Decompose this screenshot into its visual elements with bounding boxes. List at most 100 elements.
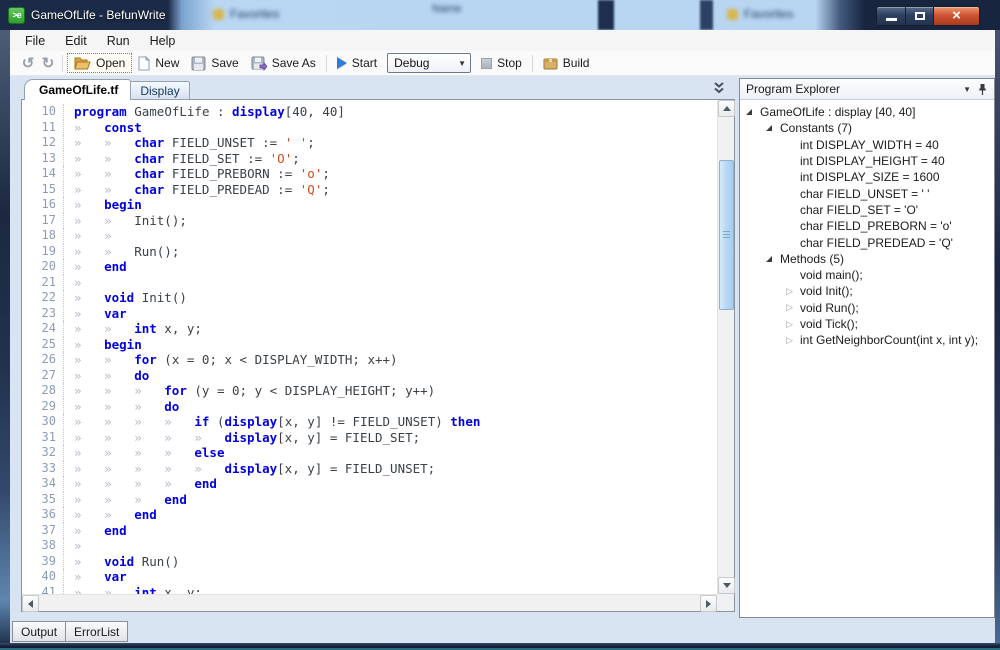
background-favorites-star-icon-2	[727, 9, 738, 20]
bottom-tab-errorlist[interactable]: ErrorList	[65, 621, 128, 642]
program-explorer-header[interactable]: Program Explorer ▼	[740, 79, 994, 100]
pin-icon[interactable]	[977, 83, 988, 96]
expander-expanded-icon[interactable]	[746, 109, 760, 115]
code-token: [x, y] != FIELD_UNSET)	[277, 414, 450, 429]
tree-item-label: char FIELD_PREBORN = 'o'	[800, 219, 952, 233]
code-token: GameOfLife :	[127, 104, 232, 119]
code-text: »»do	[64, 368, 149, 384]
tree-item[interactable]: Constants (7)	[740, 120, 994, 136]
code-token: if	[194, 414, 209, 429]
tree-item[interactable]: ▷void Run();	[740, 300, 994, 316]
scroll-right-button[interactable]	[700, 595, 717, 612]
line-number: 33	[22, 461, 64, 477]
scroll-left-button[interactable]	[22, 595, 39, 612]
code-text: »end	[64, 523, 127, 539]
code-line: 34»»»»end	[22, 476, 717, 492]
build-button[interactable]: Build	[537, 54, 596, 72]
minimize-button[interactable]	[876, 6, 906, 26]
window-menu-chevron-icon[interactable]	[711, 82, 727, 95]
close-icon: ×	[952, 7, 961, 25]
screen: Favorites Name Favorites >e GameOfLife -…	[0, 0, 1000, 650]
tree-item-label: int DISPLAY_SIZE = 1600	[800, 170, 940, 184]
code-token: Init()	[134, 290, 187, 305]
tree-item[interactable]: int DISPLAY_SIZE = 1600	[740, 169, 994, 185]
tab-marker: »	[74, 228, 104, 244]
tree-item[interactable]: Methods (5)	[740, 251, 994, 267]
new-button[interactable]: New	[132, 54, 185, 73]
run-mode-dropdown[interactable]: Debug ▼	[387, 53, 471, 73]
tree-item[interactable]: char FIELD_PREDEAD = 'Q'	[740, 234, 994, 250]
line-number: 13	[22, 151, 64, 167]
stop-button[interactable]: Stop	[475, 54, 528, 72]
expander-collapsed-icon[interactable]: ▷	[786, 319, 800, 330]
toolbar-separator	[532, 55, 533, 72]
tree-item[interactable]: GameOfLife : display [40, 40]	[740, 104, 994, 120]
code-token: end	[104, 259, 127, 274]
save-button[interactable]: Save	[185, 54, 244, 73]
open-button[interactable]: Open	[67, 53, 132, 73]
save-as-label: Save As	[272, 56, 316, 70]
expander-expanded-icon[interactable]	[766, 256, 780, 262]
scroll-down-button[interactable]	[718, 577, 735, 594]
start-button[interactable]: Start	[331, 54, 383, 72]
vertical-scrollbar-thumb[interactable]	[719, 160, 734, 310]
code-line: 10program GameOfLife : display[40, 40]	[22, 104, 717, 120]
code-lines[interactable]: 10program GameOfLife : display[40, 40]11…	[22, 100, 717, 594]
tab-marker: »	[74, 321, 104, 337]
menu-item-help[interactable]: Help	[140, 32, 186, 50]
redo-icon[interactable]: ↻	[38, 54, 58, 72]
panel-menu-arrow-icon[interactable]: ▼	[957, 85, 977, 94]
tree-item[interactable]: int DISPLAY_WIDTH = 40	[740, 137, 994, 153]
code-editor[interactable]: 10program GameOfLife : display[40, 40]11…	[21, 99, 735, 612]
new-label: New	[155, 56, 179, 70]
tab-gameoflife[interactable]: GameOfLife.tf	[24, 79, 131, 100]
tree-item[interactable]: int DISPLAY_HEIGHT = 40	[740, 153, 994, 169]
close-button[interactable]: ×	[934, 6, 980, 26]
tab-marker: »	[104, 445, 134, 461]
menu-item-file[interactable]: File	[15, 32, 55, 50]
undo-icon[interactable]: ↺	[18, 54, 38, 72]
title-bar[interactable]: Favorites Name Favorites >e GameOfLife -…	[0, 0, 1000, 30]
save-as-button[interactable]: Save As	[245, 54, 322, 73]
expander-collapsed-icon[interactable]: ▷	[786, 335, 800, 346]
tree-item-label: char FIELD_PREDEAD = 'Q'	[800, 236, 953, 250]
scroll-up-button[interactable]	[718, 100, 735, 117]
code-token: display	[225, 414, 278, 429]
tab-marker: »	[74, 399, 104, 415]
code-text: »»for (x = 0; x < DISPLAY_WIDTH; x++)	[64, 352, 398, 368]
tab-marker: »	[104, 585, 134, 595]
horizontal-scrollbar[interactable]	[22, 594, 717, 611]
tab-gameoflife-label: GameOfLife.tf	[39, 83, 118, 97]
vertical-scrollbar[interactable]	[717, 100, 734, 594]
code-line: 11»const	[22, 120, 717, 136]
line-number: 14	[22, 166, 64, 182]
menu-item-edit[interactable]: Edit	[55, 32, 97, 50]
code-text: »const	[64, 120, 142, 136]
code-text: »»	[64, 228, 134, 244]
code-token: ;	[307, 135, 315, 150]
maximize-button[interactable]	[906, 6, 934, 26]
expander-collapsed-icon[interactable]: ▷	[786, 286, 800, 297]
bottom-tab-output[interactable]: Output	[12, 621, 66, 642]
tree-item[interactable]: char FIELD_UNSET = ' '	[740, 185, 994, 201]
line-number: 35	[22, 492, 64, 508]
tree-item[interactable]: char FIELD_PREBORN = 'o'	[740, 218, 994, 234]
tab-marker: »	[74, 306, 104, 322]
tree-item[interactable]: ▷void Init();	[740, 283, 994, 299]
tree-item[interactable]: char FIELD_SET = 'O'	[740, 202, 994, 218]
code-line: 30»»»»if (display[x, y] != FIELD_UNSET) …	[22, 414, 717, 430]
scroll-right-icon	[706, 600, 711, 608]
code-text: »»char FIELD_SET := 'O';	[64, 151, 300, 167]
tree-item[interactable]: void main();	[740, 267, 994, 283]
code-line: 24»»int x, y;	[22, 321, 717, 337]
tab-display[interactable]: Display	[131, 81, 189, 100]
tree-item[interactable]: ▷int GetNeighborCount(int x, int y);	[740, 332, 994, 348]
toolbar-separator	[326, 55, 327, 72]
tree-item[interactable]: ▷void Tick();	[740, 316, 994, 332]
expander-collapsed-icon[interactable]: ▷	[786, 302, 800, 313]
scrollbar-grip-icon	[723, 231, 730, 239]
code-token: char	[134, 182, 164, 197]
menu-item-run[interactable]: Run	[97, 32, 140, 50]
code-token: else	[194, 445, 224, 460]
expander-expanded-icon[interactable]	[766, 125, 780, 131]
